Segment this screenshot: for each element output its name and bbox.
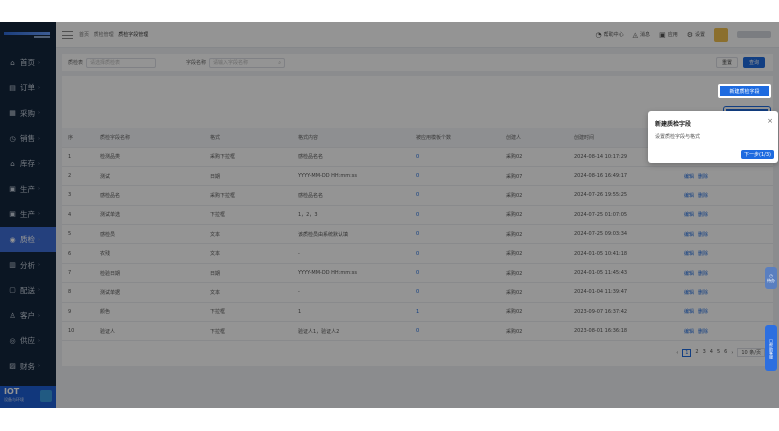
close-icon[interactable]: ×	[767, 117, 773, 125]
guide-content: 设置质检字段与格式	[655, 134, 701, 140]
guide-popover: 新建质检字段 × 设置质检字段与格式 下一步(1/3)	[648, 111, 778, 163]
help-service-tab[interactable]: ◯ 帮助客服	[765, 325, 777, 371]
todo-tab[interactable]: ◷ 待办	[765, 267, 777, 289]
highlighted-new-field-button[interactable]: 新建质检字段	[718, 84, 771, 98]
app-frame: ⌂ 首页 › ▤ 订单 › ▦ 采购 › ◷ 销售 › ⌂ 库存 › ▣ 生产 › ▣ 生产 › ◉ 质检 › ▥ 分析 › ▢ 配送 ›…	[0, 22, 779, 408]
guide-overlay	[0, 22, 779, 408]
guide-title: 新建质检字段	[655, 121, 692, 128]
guide-next-button[interactable]: 下一步(1/3)	[741, 150, 774, 159]
